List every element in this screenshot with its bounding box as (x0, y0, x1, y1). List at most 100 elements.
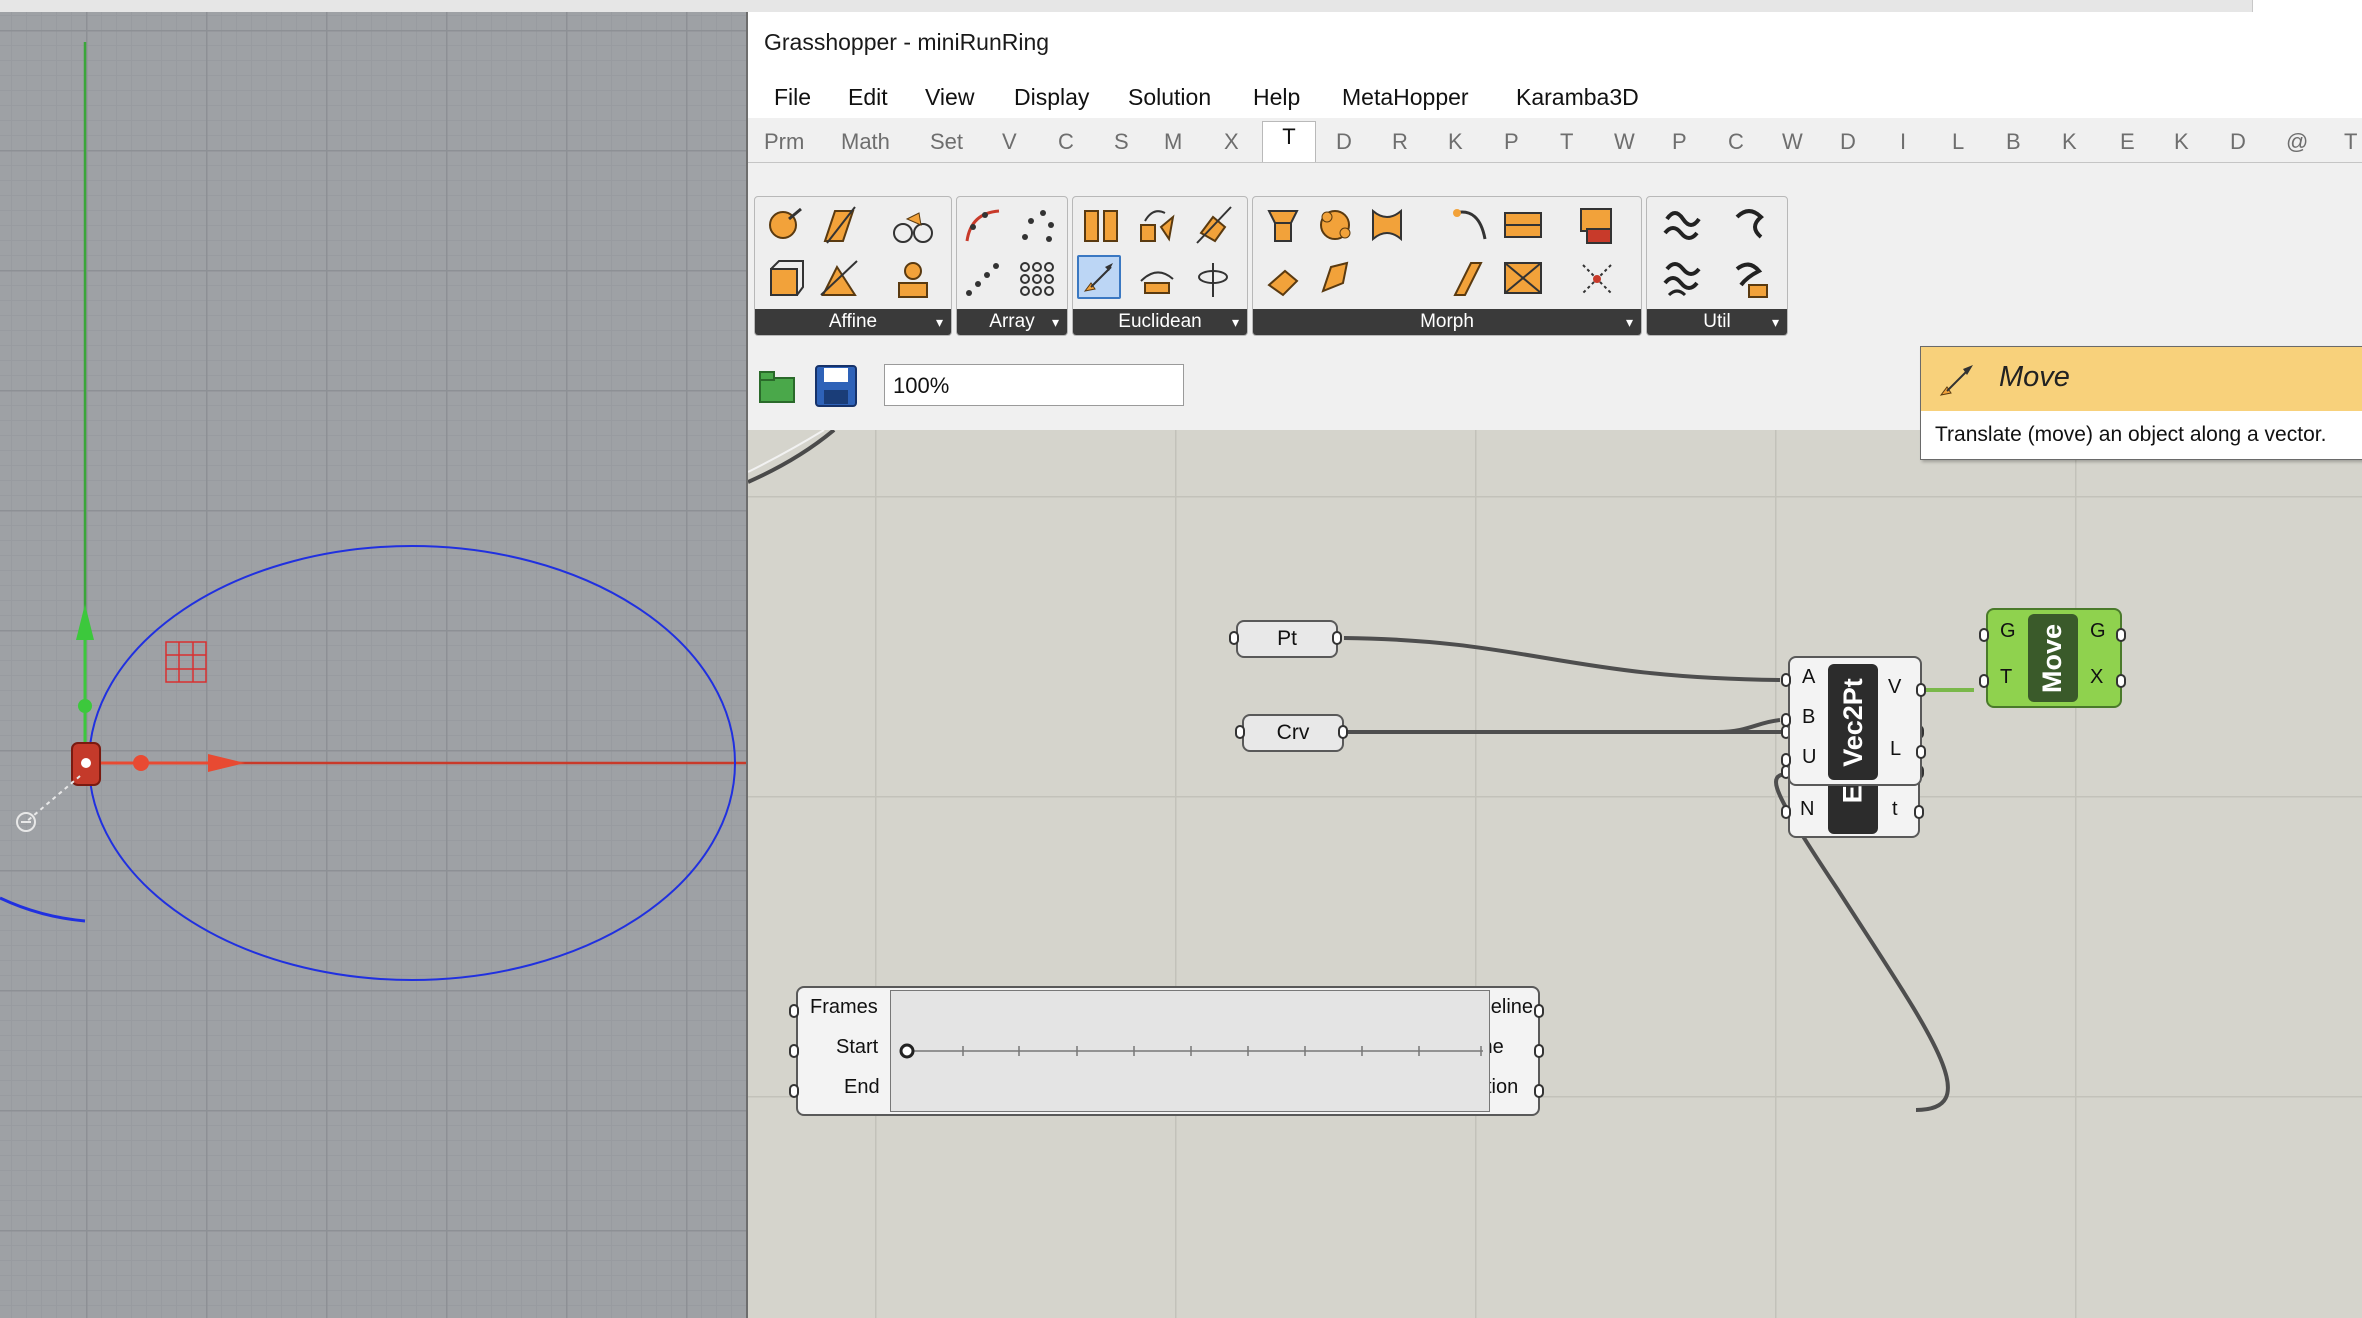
pt-parameter[interactable]: Pt (1236, 620, 1338, 658)
timeline-end-nub[interactable] (789, 1084, 799, 1098)
rectangular-array-icon[interactable] (1015, 257, 1059, 301)
move-tool-icon[interactable] (1077, 255, 1121, 299)
crv-output-nub[interactable] (1338, 725, 1348, 739)
linear-array-icon[interactable] (961, 257, 1005, 301)
orient-icon[interactable] (763, 203, 807, 247)
move-t-nub[interactable] (1979, 674, 1989, 688)
tab-mesh[interactable]: M (1164, 129, 1182, 155)
tab-t2[interactable]: T (1560, 129, 1573, 155)
tab-r[interactable]: R (1392, 129, 1408, 155)
timeline-out-nub[interactable] (1534, 1004, 1544, 1018)
menu-file[interactable]: File (774, 84, 811, 111)
move-g-out-nub[interactable] (2116, 628, 2126, 642)
box-map-icon[interactable] (763, 257, 807, 301)
scale-icon[interactable] (891, 257, 935, 301)
menu-help[interactable]: Help (1253, 84, 1300, 111)
tab-d2[interactable]: D (1840, 129, 1856, 155)
fraction-out-nub[interactable] (1534, 1084, 1544, 1098)
spatial-deform-icon[interactable] (1575, 257, 1619, 301)
eval-n-nub[interactable] (1781, 805, 1791, 819)
panel-label-affine-text[interactable]: Affine ▾ (755, 309, 951, 335)
menu-metahopper[interactable]: MetaHopper (1342, 84, 1469, 111)
tab-transform[interactable]: T (1262, 121, 1316, 162)
shear-icon[interactable] (817, 203, 861, 247)
mirror-icon[interactable] (1079, 203, 1123, 247)
vec2pt-b-nub[interactable] (1781, 713, 1791, 727)
crv-input-nub[interactable] (1235, 725, 1245, 739)
rhino-viewport[interactable] (0, 12, 746, 1318)
transform-icon[interactable] (1729, 257, 1773, 301)
frame-out-nub[interactable] (1534, 1044, 1544, 1058)
timeline-start-nub[interactable] (789, 1044, 799, 1058)
crv-parameter[interactable]: Crv (1242, 714, 1344, 752)
tab-at[interactable]: @ (2286, 129, 2308, 155)
move-g-nub[interactable] (1979, 628, 1989, 642)
tab-curve[interactable]: C (1058, 129, 1074, 155)
tab-intersect[interactable]: X (1224, 129, 1239, 155)
move-x-out-nub[interactable] (2116, 674, 2126, 688)
vec2pt-u-nub[interactable] (1781, 753, 1791, 767)
panel-label-array[interactable]: Array ▾ (957, 309, 1067, 335)
tab-vector[interactable]: V (1002, 129, 1017, 155)
menu-karamba3d[interactable]: Karamba3D (1516, 84, 1639, 111)
panel-label-euclidean[interactable]: Euclidean ▾ (1073, 309, 1247, 335)
rotate-3d-icon[interactable] (1191, 257, 1235, 301)
stretch-icon[interactable] (1501, 203, 1545, 247)
eval-tparam-nub[interactable] (1914, 805, 1924, 819)
maelstrom-icon[interactable] (1501, 257, 1545, 301)
tab-c2[interactable]: C (1728, 129, 1744, 155)
tab-w2[interactable]: W (1782, 129, 1803, 155)
timeline-track[interactable] (890, 990, 1490, 1112)
tab-math[interactable]: Math (841, 129, 890, 155)
timeline-frames-nub[interactable] (789, 1004, 799, 1018)
pt-input-nub[interactable] (1229, 631, 1239, 645)
grasshopper-canvas[interactable]: Pt Crv C L N Eval P T t (748, 430, 2362, 1318)
rotate-axis-icon[interactable] (1191, 203, 1235, 247)
tab-i[interactable]: I (1900, 129, 1906, 155)
tab-e[interactable]: E (2120, 129, 2135, 155)
tab-l[interactable]: L (1952, 129, 1964, 155)
bend-icon[interactable] (1449, 203, 1493, 247)
orient-direction-icon[interactable] (1135, 257, 1179, 301)
vec2pt-l-nub[interactable] (1916, 745, 1926, 759)
pt-output-nub[interactable] (1332, 631, 1342, 645)
blob-morph-icon[interactable] (1313, 203, 1357, 247)
project-icon[interactable] (817, 257, 861, 301)
taper-icon[interactable] (1313, 257, 1357, 301)
compound-icon[interactable] (1659, 203, 1703, 247)
tab-b[interactable]: B (2006, 129, 2021, 155)
move-component[interactable]: G T Move G X (1986, 608, 2122, 708)
tab-surface[interactable]: S (1114, 129, 1129, 155)
tab-w[interactable]: W (1614, 129, 1635, 155)
split-transform-icon[interactable] (1729, 203, 1773, 247)
rotate-icon[interactable] (1135, 203, 1179, 247)
panel-label-util[interactable]: Util ▾ (1647, 309, 1787, 335)
zoom-input[interactable]: 100% (884, 364, 1184, 406)
flow-icon[interactable] (1449, 257, 1493, 301)
box-morph-icon[interactable] (1261, 203, 1305, 247)
tab-t3[interactable]: T (2344, 129, 2357, 155)
menu-display[interactable]: Display (1014, 84, 1089, 111)
tab-k3[interactable]: K (2174, 129, 2189, 155)
menu-edit[interactable]: Edit (848, 84, 888, 111)
tab-p[interactable]: P (1504, 129, 1519, 155)
tab-sets[interactable]: Set (930, 129, 963, 155)
tab-k2[interactable]: K (2062, 129, 2077, 155)
camera-obscura-icon[interactable] (1575, 203, 1619, 247)
map-icon[interactable] (891, 203, 935, 247)
tab-display[interactable]: D (1336, 129, 1352, 155)
tab-k[interactable]: K (1448, 129, 1463, 155)
open-file-icon[interactable] (758, 366, 798, 406)
inverse-transform-icon[interactable] (1659, 257, 1703, 301)
panel-label-morph[interactable]: Morph ▾ (1253, 309, 1641, 335)
twist-icon[interactable] (1261, 257, 1305, 301)
menu-view[interactable]: View (925, 84, 974, 111)
polar-array-icon[interactable] (1015, 203, 1059, 247)
save-file-icon[interactable] (814, 364, 858, 408)
vector-two-point-component[interactable]: A B U Vec2Pt V L (1788, 656, 1922, 786)
tab-p2[interactable]: P (1672, 129, 1687, 155)
surface-morph-icon[interactable] (1365, 203, 1409, 247)
tab-d3[interactable]: D (2230, 129, 2246, 155)
vec2pt-a-nub[interactable] (1781, 673, 1791, 687)
curve-array-icon[interactable] (961, 203, 1005, 247)
